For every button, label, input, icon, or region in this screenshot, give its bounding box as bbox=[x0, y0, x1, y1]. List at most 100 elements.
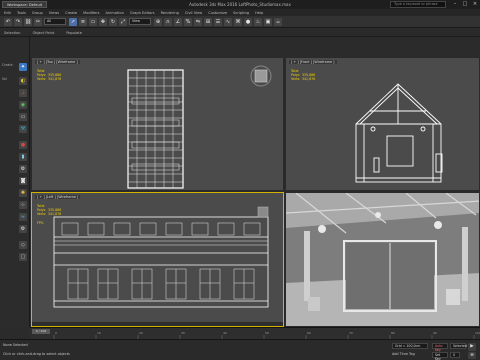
viewport-left[interactable]: [ + ] [Left ] [Wireframe ] Total Polys: 3… bbox=[31, 192, 284, 327]
align-icon: ⊞ bbox=[205, 18, 211, 25]
monitor-icon: ▭ bbox=[20, 114, 26, 120]
box-icon: ▢ bbox=[20, 254, 26, 260]
maximize-icon[interactable]: □ bbox=[460, 0, 470, 9]
viewport-perspective[interactable] bbox=[285, 192, 480, 327]
search-input[interactable]: Type a keyword or phrase bbox=[390, 1, 446, 8]
menu-edit[interactable]: Edit bbox=[4, 11, 11, 15]
auto-key-button[interactable]: Auto Key bbox=[432, 343, 448, 352]
tool-9-button[interactable]: ◇ bbox=[19, 241, 27, 249]
viewcube-icon[interactable] bbox=[250, 65, 272, 87]
unlink-button[interactable]: ✂ bbox=[34, 17, 42, 26]
ribbon-tab-object-paint[interactable]: Object Paint bbox=[33, 31, 55, 35]
hierarchy-panel-button[interactable]: ⊥ bbox=[19, 89, 27, 97]
rainbow-icon: ◐ bbox=[20, 78, 26, 84]
scale-button[interactable]: ⤢ bbox=[119, 17, 127, 26]
verts-label: Verts: bbox=[37, 77, 47, 82]
title-bar: Workspace: Default Autodesk 3ds Max 2016… bbox=[0, 0, 480, 9]
viewport-top-label[interactable]: [ + ] [Top ] [Wireframe ] bbox=[35, 60, 80, 64]
render-setup-button[interactable]: ♨ bbox=[254, 17, 262, 26]
status-bar: None Selected Click or click-and-drag to… bbox=[0, 339, 480, 360]
verts-label: Verts: bbox=[291, 77, 301, 82]
undo-button[interactable]: ↶ bbox=[4, 17, 12, 26]
region-select-button[interactable]: ▭ bbox=[89, 17, 97, 26]
material-editor-button[interactable]: ● bbox=[244, 17, 252, 26]
snap-button[interactable]: ∩ bbox=[164, 17, 172, 26]
set-key-button[interactable]: Set Key bbox=[432, 352, 448, 360]
close-icon[interactable]: × bbox=[470, 0, 480, 9]
menu-civil-view[interactable]: Civil View bbox=[185, 11, 202, 15]
minimize-icon[interactable]: – bbox=[450, 0, 460, 9]
pivot-button[interactable]: ⊕ bbox=[154, 17, 162, 26]
tool-8-button[interactable]: ⚙ bbox=[19, 225, 27, 233]
timeline-tick-label: 20 bbox=[139, 331, 143, 335]
add-time-tag-button[interactable]: Add Time Tag bbox=[392, 352, 415, 356]
menu-create[interactable]: Create bbox=[65, 11, 77, 15]
verts-label: Verts: bbox=[37, 212, 47, 217]
ribbon-tab-selection[interactable]: Selection bbox=[4, 31, 21, 35]
render-button[interactable]: ☕ bbox=[274, 17, 282, 26]
angle-snap-button[interactable]: ∠ bbox=[174, 17, 182, 26]
tool-6-button[interactable]: ⊹ bbox=[19, 201, 27, 209]
menu-modifiers[interactable]: Modifiers bbox=[83, 11, 99, 15]
select-object-button[interactable]: ➚ bbox=[69, 17, 77, 26]
tool-1-button[interactable]: ● bbox=[19, 141, 27, 149]
viewport-top[interactable]: [ + ] [Top ] [Wireframe ] Total Polys: 33… bbox=[31, 57, 284, 191]
menu-tools[interactable]: Tools bbox=[17, 11, 26, 15]
schematic-view-button[interactable]: ⌘ bbox=[234, 17, 242, 26]
menu-animation[interactable]: Animation bbox=[106, 11, 124, 15]
layer-button[interactable]: ☰ bbox=[214, 17, 222, 26]
menu-rendering[interactable]: Rendering bbox=[161, 11, 179, 15]
play-button[interactable]: ▶ bbox=[468, 343, 476, 351]
key-filter-dropdown[interactable]: Selected bbox=[450, 343, 467, 349]
tool-3-button[interactable]: ⚙ bbox=[19, 165, 27, 173]
left-tool-panel: Create Sel ✦ ◐ ⊥ ◉ ▭ ⚒ ● ▮ ⚙ ◙ ✺ ⊹ ≈ ⚙ ◇… bbox=[0, 37, 30, 327]
link-button[interactable]: ⛓ bbox=[24, 17, 32, 26]
curve-editor-button[interactable]: ∿ bbox=[224, 17, 232, 26]
redo-icon: ↷ bbox=[15, 18, 21, 25]
timeline-tick-label: 0 bbox=[55, 331, 57, 335]
menu-views[interactable]: Views bbox=[49, 11, 59, 15]
viewport-front-label[interactable]: [ + ] [Front ] [Wireframe ] bbox=[289, 60, 337, 64]
menu-group[interactable]: Group bbox=[32, 11, 43, 15]
menu-graph-editors[interactable]: Graph Editors bbox=[130, 11, 155, 15]
tool-4-button[interactable]: ◙ bbox=[19, 177, 27, 185]
rotate-button[interactable]: ↻ bbox=[109, 17, 117, 26]
redo-button[interactable]: ↷ bbox=[14, 17, 22, 26]
ribbon-tab-populate[interactable]: Populate bbox=[66, 31, 82, 35]
mirror-button[interactable]: ⇋ bbox=[194, 17, 202, 26]
tool-5-button[interactable]: ✺ bbox=[19, 189, 27, 197]
viewport-left-label[interactable]: [ + ] [Left ] [Wireframe ] bbox=[35, 195, 81, 199]
select-by-name-button[interactable]: ≡ bbox=[79, 17, 87, 26]
menu-scripting[interactable]: Scripting bbox=[233, 11, 249, 15]
unlink-icon: ✂ bbox=[35, 18, 41, 25]
percent-snap-button[interactable]: % bbox=[184, 17, 192, 26]
move-button[interactable]: ✥ bbox=[99, 17, 107, 26]
tool-2-button[interactable]: ▮ bbox=[19, 153, 27, 161]
timeline[interactable]: 0 / 100 0 10 20 30 40 50 60 70 80 90 100 bbox=[30, 327, 480, 339]
tool-10-button[interactable]: ▢ bbox=[19, 253, 27, 261]
selection-filter-dropdown[interactable]: All bbox=[44, 18, 66, 25]
angle-icon: ∠ bbox=[175, 18, 181, 25]
mirror-icon: ⇋ bbox=[195, 18, 201, 25]
utilities-panel-button[interactable]: ⚒ bbox=[19, 125, 27, 133]
viewport-front-stats: Total Polys: 335,886 Verts: 341,876 bbox=[291, 69, 315, 82]
tool-7-button[interactable]: ≈ bbox=[19, 213, 27, 221]
current-frame-field[interactable]: 0 bbox=[450, 352, 460, 358]
menu-help[interactable]: Help bbox=[255, 11, 263, 15]
reference-coordinate-dropdown[interactable]: View bbox=[129, 18, 151, 25]
viewport-front[interactable]: [ + ] [Front ] [Wireframe ] Total Polys:… bbox=[285, 57, 480, 191]
systems-icon: ⚙ bbox=[20, 226, 26, 232]
menu-customize[interactable]: Customize bbox=[208, 11, 227, 15]
play-icon: ▶ bbox=[470, 344, 474, 349]
modify-panel-button[interactable]: ◐ bbox=[19, 77, 27, 85]
zoom-extents-button[interactable]: ⊕ bbox=[468, 352, 476, 359]
viewcube-icon[interactable] bbox=[257, 206, 269, 218]
align-button[interactable]: ⊞ bbox=[204, 17, 212, 26]
workspace-dropdown[interactable]: Workspace: Default bbox=[2, 1, 48, 8]
motion-panel-button[interactable]: ◉ bbox=[19, 101, 27, 109]
display-panel-button[interactable]: ▭ bbox=[19, 113, 27, 121]
viewport-left-stats: Total Polys: 335,886 Verts: 341,876 FPS: bbox=[37, 204, 61, 225]
verts-value: 341,876 bbox=[302, 77, 316, 82]
create-panel-button[interactable]: ✦ bbox=[19, 63, 27, 71]
render-frame-button[interactable]: ▣ bbox=[264, 17, 272, 26]
